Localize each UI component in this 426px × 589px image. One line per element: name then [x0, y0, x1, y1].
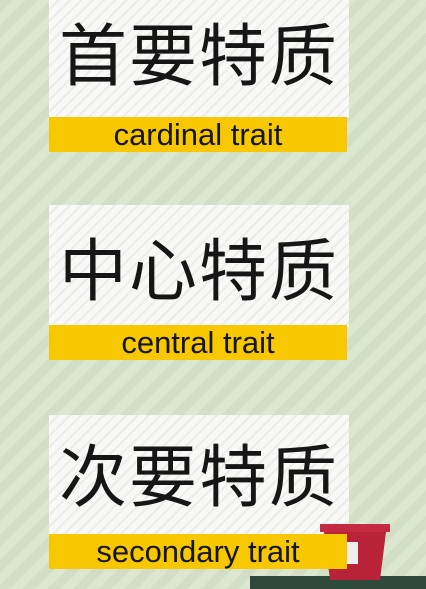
trait-chinese-central: 中心特质 [58, 233, 339, 312]
trait-label-secondary: secondary trait [49, 534, 347, 569]
trait-label-central: central trait [49, 325, 347, 360]
trait-card-central: 中心特质 [49, 205, 349, 327]
trait-card-secondary: 次要特质 [49, 415, 349, 535]
trait-chinese-secondary: 次要特质 [58, 439, 339, 518]
trait-label-cardinal: cardinal trait [49, 117, 347, 152]
trait-chinese-cardinal: 首要特质 [58, 18, 339, 97]
trait-card-cardinal: 首要特质 [49, 0, 349, 118]
